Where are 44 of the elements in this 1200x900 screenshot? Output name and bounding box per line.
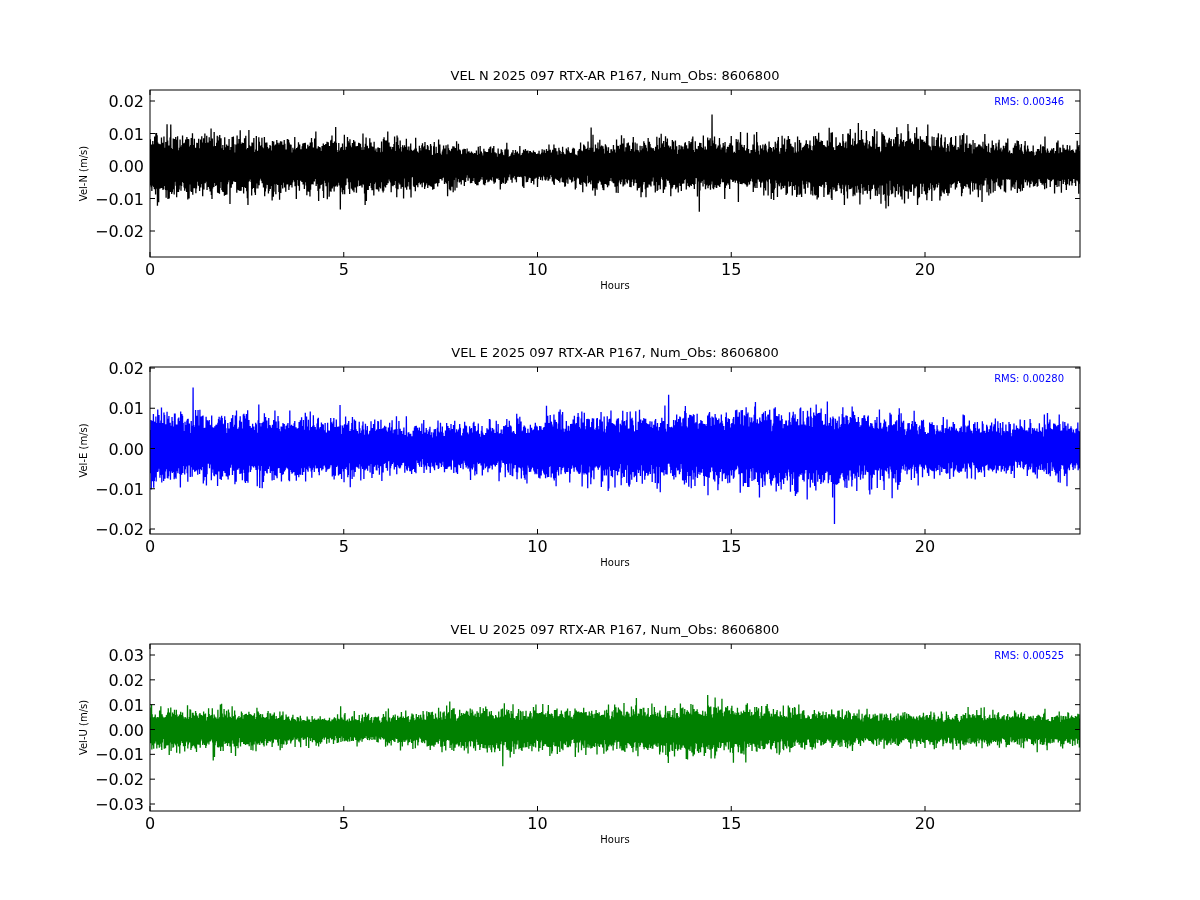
tick-label: −0.02 bbox=[94, 770, 144, 790]
tick-label: −0.01 bbox=[94, 745, 144, 765]
tick-label: 0 bbox=[144, 537, 156, 556]
tick-label: 15 bbox=[721, 537, 742, 556]
tick-label: 20 bbox=[914, 814, 936, 833]
tick-label: 5 bbox=[338, 537, 349, 556]
rms-label: RMS: 0.00346 bbox=[994, 96, 1064, 107]
tick-label: 5 bbox=[338, 260, 349, 279]
tick-label: 15 bbox=[721, 260, 742, 279]
tick-label: 20 bbox=[914, 537, 936, 556]
tick-label: 0.00 bbox=[108, 157, 144, 176]
tick-label: 0.02 bbox=[108, 359, 144, 378]
chart-title: VEL U 2025 097 RTX-AR P167, Num_Obs: 8606800 bbox=[450, 622, 780, 637]
tick-label: 10 bbox=[527, 814, 548, 833]
tick-label: −0.02 bbox=[94, 222, 144, 241]
chart-title: VEL N 2025 097 RTX-AR P167, Num_Obs: 8606800 bbox=[450, 68, 780, 83]
axis-label: Hours bbox=[600, 557, 630, 568]
tick-label: 0 bbox=[144, 260, 156, 279]
tick-label: 0.00 bbox=[108, 439, 144, 459]
tick-label: 15 bbox=[721, 814, 742, 833]
tick-label: −0.01 bbox=[94, 479, 144, 499]
axis-label: Hours bbox=[600, 280, 630, 291]
tick-label: 0 bbox=[144, 814, 156, 833]
tick-label: −0.03 bbox=[94, 795, 144, 814]
tick-label: 20 bbox=[914, 260, 936, 279]
tick-label: 0.03 bbox=[108, 646, 144, 665]
tick-label: 10 bbox=[527, 260, 548, 279]
axis-label: Hours bbox=[600, 834, 630, 845]
rms-label: RMS: 0.00280 bbox=[994, 373, 1064, 384]
rms-label: RMS: 0.00525 bbox=[994, 650, 1064, 661]
tick-label: 0.01 bbox=[108, 695, 144, 715]
tick-label: −0.02 bbox=[94, 520, 144, 539]
tick-label: 5 bbox=[338, 814, 349, 833]
tick-label: −0.01 bbox=[94, 189, 144, 209]
axis-label: Vel-E (m/s) bbox=[78, 423, 89, 478]
tick-label: 0.01 bbox=[108, 124, 144, 144]
tick-label: 10 bbox=[527, 537, 548, 556]
tick-label: 0.02 bbox=[108, 92, 144, 111]
tick-label: 0.01 bbox=[108, 399, 144, 419]
chart-title: VEL E 2025 097 RTX-AR P167, Num_Obs: 8606800 bbox=[451, 345, 779, 360]
axis-label: Vel-N (m/s) bbox=[78, 145, 89, 202]
tick-label: 0.02 bbox=[108, 670, 144, 690]
tick-label: 0.00 bbox=[108, 720, 144, 740]
axis-label: Vel-U (m/s) bbox=[78, 699, 89, 756]
